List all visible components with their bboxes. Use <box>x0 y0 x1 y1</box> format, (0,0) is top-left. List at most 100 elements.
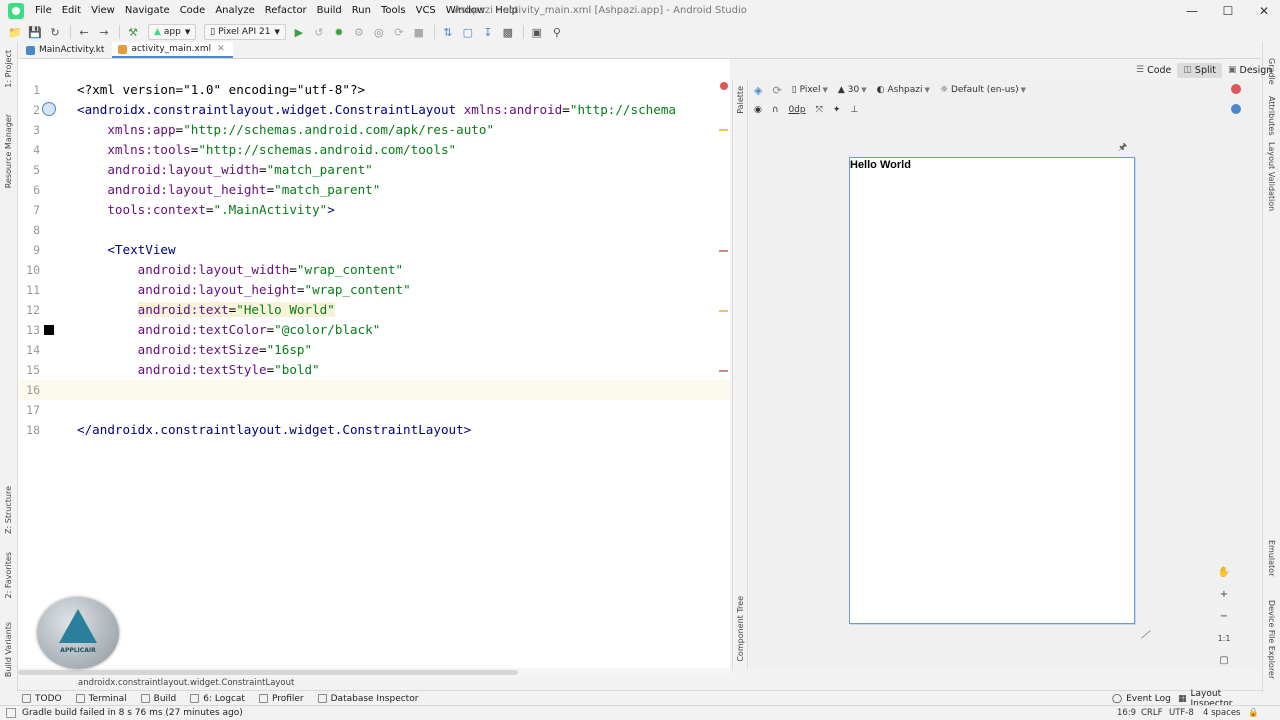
scrollbar-thumb[interactable] <box>18 670 518 675</box>
split-mode-button[interactable]: ◫ Split <box>1177 62 1222 78</box>
profile-icon[interactable]: ⚙ <box>350 23 368 41</box>
zoom-in-icon[interactable]: + <box>1215 585 1233 603</box>
sdk-manager-icon[interactable]: ↧ <box>479 23 497 41</box>
avd-manager-icon[interactable]: ▢ <box>459 23 477 41</box>
favorites-tool-tab[interactable]: 2: Favorites <box>4 552 13 598</box>
layers-icon[interactable]: ◈ <box>754 84 762 97</box>
rerun-icon[interactable]: ↺ <box>310 23 328 41</box>
code-mode-button[interactable]: ☰ Code <box>1130 63 1177 78</box>
code-line[interactable]: 13 android:textColor="@color/black" <box>18 320 730 340</box>
horizontal-scrollbar[interactable] <box>18 668 730 677</box>
api-level-select[interactable]: ▲ 30 ▼ <box>838 85 867 95</box>
device-preview-select[interactable]: ▯ Pixel ▼ <box>792 85 828 95</box>
close-tab-icon[interactable]: ✕ <box>217 44 225 54</box>
open-folder-icon[interactable]: 📁 <box>6 23 24 41</box>
project-tool-tab[interactable]: 1: Project <box>4 50 13 88</box>
menu-edit[interactable]: Edit <box>57 0 86 22</box>
bottom-tab-terminal[interactable]: Terminal <box>75 694 127 704</box>
sync-icon[interactable]: ↻ <box>46 23 64 41</box>
design-mode-button[interactable]: ▣ Design <box>1222 63 1278 78</box>
menu-run[interactable]: Run <box>347 0 376 22</box>
warning-marker[interactable] <box>719 129 728 131</box>
menu-code[interactable]: Code <box>175 0 211 22</box>
infer-constraints-icon[interactable]: ✦ <box>833 105 841 115</box>
code-line[interactable]: 9 <TextView <box>18 240 730 260</box>
menu-build[interactable]: Build <box>312 0 347 22</box>
status-message[interactable]: Gradle build failed in 8 s 76 ms (27 min… <box>22 706 243 720</box>
bottom-tab-profiler[interactable]: Profiler <box>258 694 304 704</box>
pin-icon[interactable]: 🖈 <box>1118 140 1127 157</box>
code-line[interactable]: 18 </androidx.constraintlayout.widget.Con… <box>18 420 730 440</box>
forward-arrow-icon[interactable]: → <box>95 23 113 41</box>
module-select[interactable]: ▲ app ▼ <box>148 24 197 40</box>
stop-icon[interactable]: ■ <box>410 23 428 41</box>
code-line[interactable]: 1 <?xml version="1.0" encoding="utf-8"?> <box>18 80 730 100</box>
magnet-icon[interactable]: ∩ <box>772 105 779 115</box>
code-line[interactable]: 11 android:layout_height="wrap_content" <box>18 280 730 300</box>
layout-preview-gutter-icon[interactable] <box>42 102 56 116</box>
bottom-tab-6-logcat[interactable]: 6: Logcat <box>190 694 245 704</box>
menu-analyze[interactable]: Analyze <box>210 0 259 22</box>
code-line[interactable]: 2 <androidx.constraintlayout.widget.Const… <box>18 100 730 120</box>
menu-file[interactable]: File <box>30 0 57 22</box>
preview-textview[interactable]: Hello World <box>850 159 911 171</box>
project-structure-icon[interactable]: ▩ <box>499 23 517 41</box>
code-line[interactable]: 16 <box>18 380 730 400</box>
menu-tools[interactable]: Tools <box>376 0 411 22</box>
orientation-icon[interactable]: ⟳ <box>772 84 781 97</box>
search-icon[interactable]: ⚲ <box>548 23 566 41</box>
color-swatch-icon[interactable] <box>44 325 54 335</box>
save-icon[interactable]: 💾 <box>26 23 44 41</box>
tool-windows-toggle-icon[interactable] <box>6 708 16 718</box>
pan-hand-icon[interactable]: ✋ <box>1215 563 1233 581</box>
hammer-icon[interactable]: ⚒ <box>124 23 142 41</box>
code-line[interactable]: 3 xmlns:app="http://schemas.android.com/… <box>18 120 730 140</box>
device-preview-frame[interactable]: Hello World <box>849 157 1135 624</box>
structure-tool-tab[interactable]: Z: Structure <box>4 486 13 534</box>
breadcrumb[interactable]: androidx.constraintlayout.widget.Constra… <box>18 677 730 689</box>
code-line[interactable]: 17 <box>18 400 730 420</box>
theme-select[interactable]: ◐ Ashpazi ▼ <box>877 85 930 95</box>
code-line[interactable]: 12 android:text="Hello World" <box>18 300 730 320</box>
code-line[interactable]: 14 android:textSize="16sp" <box>18 340 730 360</box>
locale-select[interactable]: ☼ Default (en-us) ▼ <box>940 85 1026 95</box>
error-marker[interactable] <box>719 370 728 372</box>
design-info-icon[interactable] <box>1231 104 1241 114</box>
warning-marker[interactable] <box>719 310 728 312</box>
line-separator[interactable]: CRLF <box>1141 706 1162 720</box>
zoom-fit-icon[interactable]: ▢ <box>1215 651 1233 669</box>
palette-tool-tab[interactable]: Palette <box>736 86 745 114</box>
attach-debugger-icon[interactable]: ◎ <box>370 23 388 41</box>
bottom-tab-build[interactable]: Build <box>140 694 176 704</box>
code-line[interactable]: 8 <box>18 220 730 240</box>
code-line[interactable]: 4 xmlns:tools="http://schemas.android.co… <box>18 140 730 160</box>
bottom-tab-database-inspector[interactable]: Database Inspector <box>317 694 418 704</box>
caret-position[interactable]: 16:9 <box>1117 706 1136 720</box>
minimize-button[interactable]: — <box>1174 0 1210 22</box>
clear-constraints-icon[interactable]: ⤧ <box>816 105 823 115</box>
error-marker[interactable] <box>719 250 728 252</box>
resource-manager-tool-tab[interactable]: Resource Manager <box>4 114 13 188</box>
layout-validation-tool-tab[interactable]: Layout Validation <box>1267 142 1276 211</box>
menu-navigate[interactable]: Navigate <box>120 0 175 22</box>
back-arrow-icon[interactable]: ← <box>75 23 93 41</box>
lock-icon[interactable]: 🔒 <box>1248 706 1259 720</box>
device-select[interactable]: ▯ Pixel API 21 ▼ <box>204 24 286 40</box>
guidelines-icon[interactable]: ⊥ <box>850 105 858 115</box>
menu-refactor[interactable]: Refactor <box>260 0 312 22</box>
tab-mainactivity[interactable]: MainActivity.kt <box>20 42 112 58</box>
menu-view[interactable]: View <box>86 0 120 22</box>
code-line[interactable]: 15 android:textStyle="bold" <box>18 360 730 380</box>
emulator-tool-tab[interactable]: Emulator <box>1267 540 1276 576</box>
menu-vcs[interactable]: VCS <box>411 0 441 22</box>
close-window-button[interactable]: ✕ <box>1246 0 1280 22</box>
zoom-actual-size-button[interactable]: 1:1 <box>1215 629 1233 647</box>
component-tree-tool-tab[interactable]: Component Tree <box>736 596 745 662</box>
default-margin-button[interactable]: 0dp <box>788 105 805 115</box>
apply-changes-icon[interactable]: ⟳ <box>390 23 408 41</box>
maximize-button[interactable]: ☐ <box>1210 0 1246 22</box>
eye-icon[interactable]: ◉ <box>754 105 762 115</box>
design-error-icon[interactable] <box>1231 84 1241 94</box>
code-line[interactable]: 6 android:layout_height="match_parent" <box>18 180 730 200</box>
attributes-tool-tab[interactable]: Attributes <box>1267 96 1276 136</box>
